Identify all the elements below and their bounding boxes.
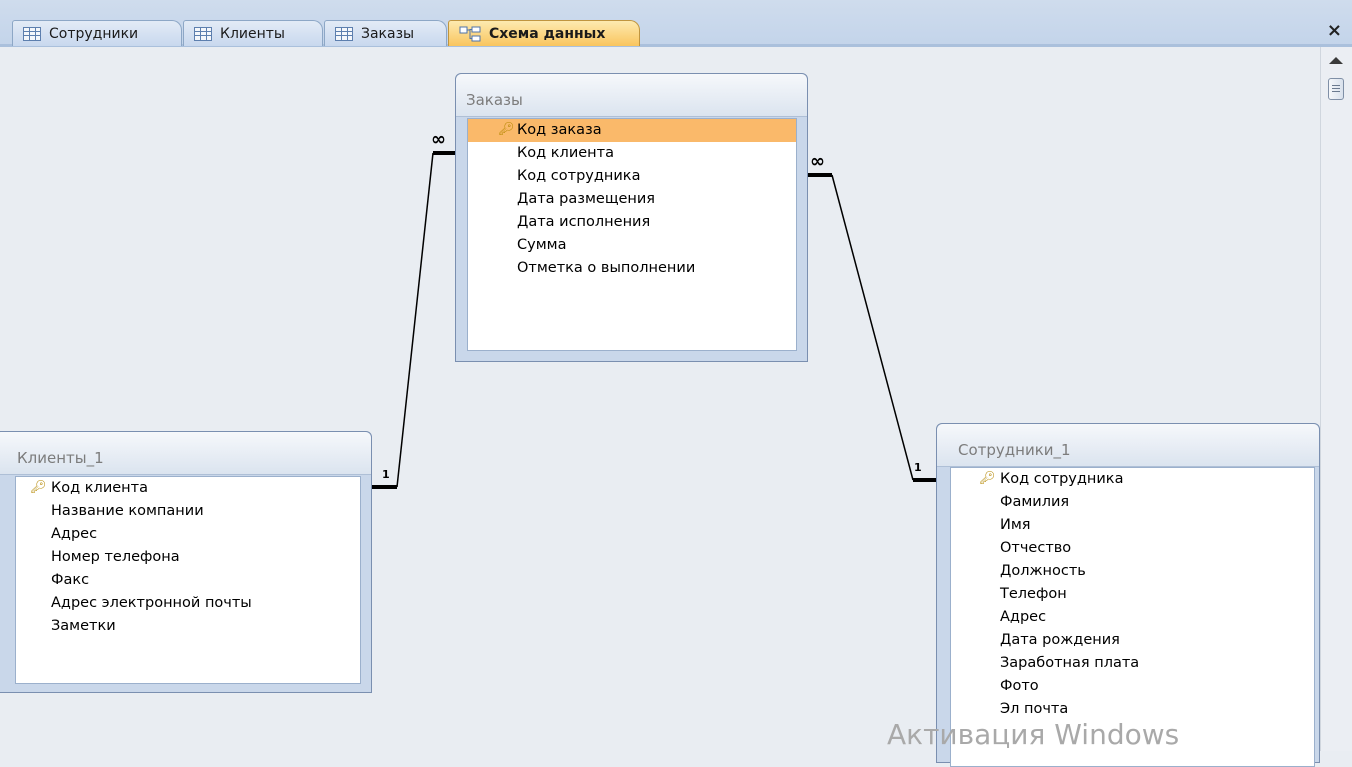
field-list[interactable]: 🔑︎ Код клиента Название компании Адрес Н…: [15, 476, 361, 684]
grip-line: [1332, 88, 1340, 89]
field-primary-key[interactable]: 🔑︎ Код сотрудника: [951, 468, 1314, 491]
field-list[interactable]: 🔑︎ Код заказа Код клиента Код сотрудника…: [467, 118, 797, 351]
field-primary-key[interactable]: 🔑︎ Код клиента: [16, 477, 360, 500]
field-item[interactable]: Заработная плата: [951, 652, 1314, 675]
relationship-employees-orders[interactable]: [808, 173, 937, 482]
field-item[interactable]: Название компании: [16, 500, 360, 523]
grip-line: [1332, 91, 1340, 92]
scroll-up-arrow-icon[interactable]: [1329, 57, 1343, 64]
scroll-thumb[interactable]: [1328, 78, 1344, 100]
table-box-title: Заказы: [466, 91, 523, 109]
field-item[interactable]: Номер телефона: [16, 546, 360, 569]
many-marker: ∞: [431, 129, 446, 150]
field-item[interactable]: Адрес электронной почты: [16, 592, 360, 615]
table-box-title: Сотрудники_1: [958, 441, 1071, 459]
field-item[interactable]: Заметки: [16, 615, 360, 638]
field-item[interactable]: Дата размещения: [468, 188, 796, 211]
table-box-header[interactable]: Клиенты_1: [0, 432, 371, 475]
table-box-clients[interactable]: Клиенты_1 🔑︎ Код клиента Название компан…: [0, 431, 372, 693]
field-item[interactable]: Фамилия: [951, 491, 1314, 514]
field-item[interactable]: Факс: [16, 569, 360, 592]
table-box-header[interactable]: Заказы: [456, 74, 807, 117]
field-item[interactable]: Имя: [951, 514, 1314, 537]
many-marker: ∞: [810, 151, 825, 172]
field-item[interactable]: Фото: [951, 675, 1314, 698]
field-primary-key[interactable]: 🔑︎ Код заказа: [468, 119, 796, 142]
field-item[interactable]: Адрес: [951, 606, 1314, 629]
key-icon: 🔑︎: [30, 480, 47, 495]
key-icon: 🔑︎: [498, 122, 515, 137]
windows-activation-watermark: Активация Windows: [887, 718, 1180, 751]
key-icon: 🔑︎: [979, 471, 996, 486]
field-item[interactable]: Отчество: [951, 537, 1314, 560]
table-box-title: Клиенты_1: [17, 449, 104, 467]
field-item[interactable]: Дата исполнения: [468, 211, 796, 234]
field-item[interactable]: Отметка о выполнении: [468, 257, 796, 280]
field-item[interactable]: Должность: [951, 560, 1314, 583]
field-item[interactable]: Телефон: [951, 583, 1314, 606]
field-item[interactable]: Код клиента: [468, 142, 796, 165]
relationship-clients-orders[interactable]: [372, 151, 455, 489]
field-item[interactable]: Дата рождения: [951, 629, 1314, 652]
grip-line: [1332, 85, 1340, 86]
field-item[interactable]: Сумма: [468, 234, 796, 257]
field-item[interactable]: Код сотрудника: [468, 165, 796, 188]
one-marker: 1: [914, 461, 922, 474]
field-item[interactable]: Адрес: [16, 523, 360, 546]
one-marker: 1: [382, 468, 390, 481]
vertical-scrollbar[interactable]: [1320, 47, 1352, 751]
table-box-employees[interactable]: Сотрудники_1 🔑︎ Код сотрудника Фамилия И…: [936, 423, 1320, 767]
table-box-orders[interactable]: Заказы 🔑︎ Код заказа Код клиента Код сот…: [455, 73, 808, 362]
table-box-header[interactable]: Сотрудники_1: [937, 424, 1319, 467]
